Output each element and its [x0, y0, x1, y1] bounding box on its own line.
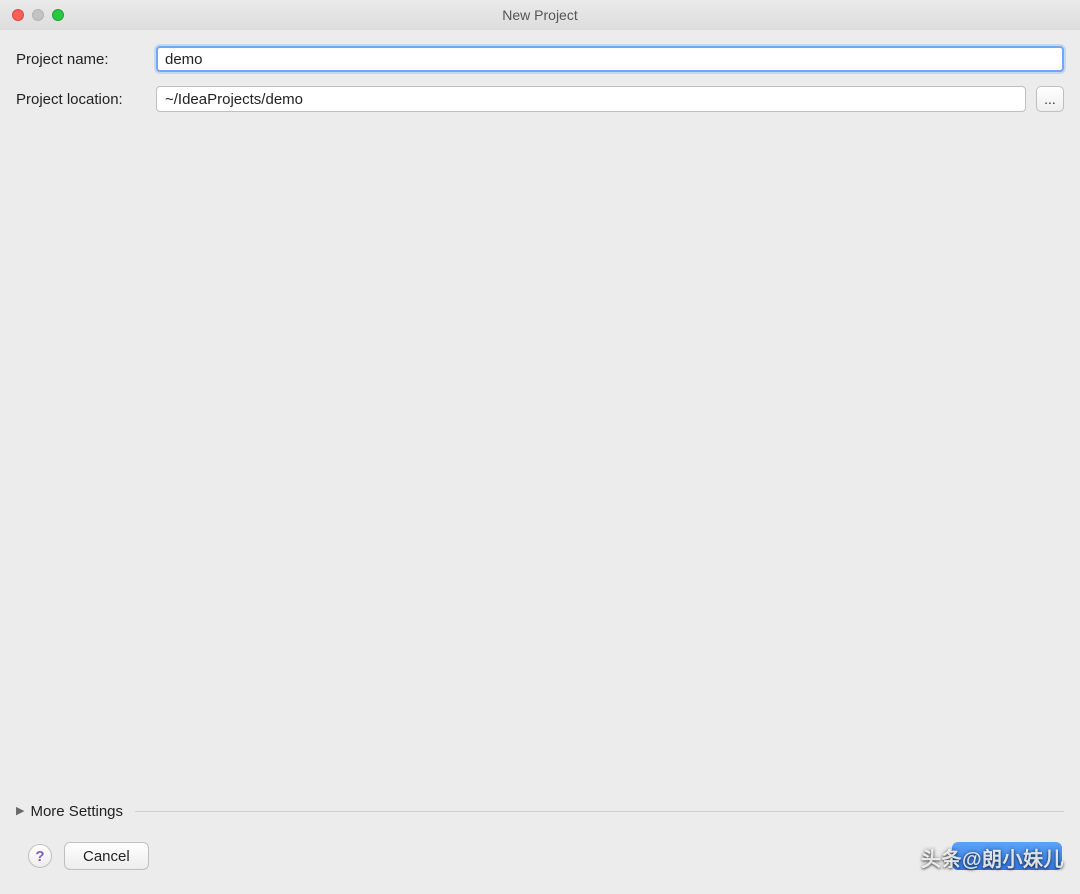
- maximize-window-button[interactable]: [52, 9, 64, 21]
- dialog-content: Project name: Project location: ... ▶ Mo…: [0, 30, 1080, 894]
- browse-location-button[interactable]: ...: [1036, 86, 1064, 112]
- minimize-window-button[interactable]: [32, 9, 44, 21]
- content-spacer: [16, 126, 1064, 803]
- project-location-row: Project location: ...: [16, 86, 1064, 112]
- project-location-input[interactable]: [156, 86, 1026, 112]
- finish-button[interactable]: [952, 842, 1062, 870]
- traffic-lights: [12, 9, 64, 21]
- project-name-row: Project name:: [16, 46, 1064, 72]
- chevron-right-icon: ▶: [16, 804, 24, 817]
- project-name-label: Project name:: [16, 51, 146, 68]
- project-location-label: Project location:: [16, 91, 146, 108]
- form-area: Project name: Project location: ...: [16, 46, 1064, 126]
- cancel-button[interactable]: Cancel: [64, 842, 149, 870]
- project-name-input[interactable]: [156, 46, 1064, 72]
- dialog-footer: ? Cancel: [16, 838, 1064, 878]
- window-titlebar: New Project: [0, 0, 1080, 30]
- more-settings-toggle[interactable]: ▶ More Settings: [16, 803, 1064, 820]
- help-button[interactable]: ?: [28, 844, 52, 868]
- more-settings-divider: [135, 811, 1064, 812]
- window-title: New Project: [502, 7, 577, 23]
- more-settings-label: More Settings: [30, 803, 123, 820]
- close-window-button[interactable]: [12, 9, 24, 21]
